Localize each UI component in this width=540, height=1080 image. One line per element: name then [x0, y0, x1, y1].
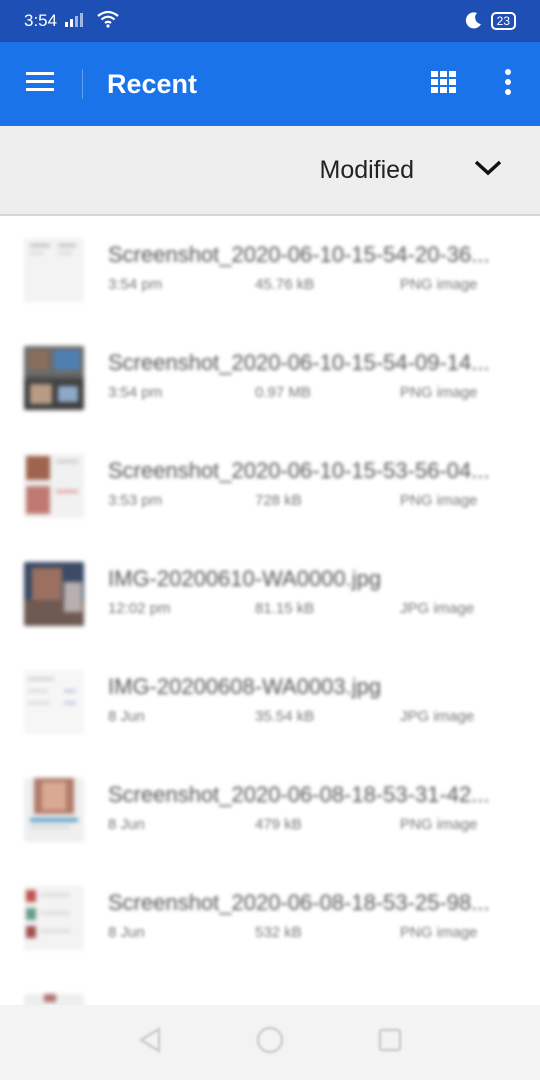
file-size: 81.15 kB: [255, 600, 315, 617]
file-time: 3:53 pm: [108, 492, 163, 509]
file-time: 8 Jun: [108, 708, 145, 725]
recents-square-icon: [377, 1027, 403, 1058]
battery-indicator: 23: [490, 12, 516, 30]
back-button[interactable]: [130, 1023, 170, 1063]
file-thumbnail: [24, 562, 84, 626]
recents-button[interactable]: [370, 1023, 410, 1063]
app-bar: Recent: [0, 42, 540, 126]
file-name: Screenshot_2020-06-10-15-54-20-36...: [108, 242, 490, 267]
sort-dropdown-button[interactable]: [458, 140, 518, 200]
signal-icon: [65, 11, 89, 32]
list-item[interactable]: IMG-20200608-WA0003.jpg 8 Jun 35.54 kB J…: [0, 648, 540, 756]
file-list: Screenshot_2020-06-10-15-54-20-36... 3:5…: [0, 216, 540, 1012]
file-type: PNG image: [400, 816, 478, 833]
moon-icon: [465, 11, 483, 32]
file-name: Screenshot_2020-06-08-18-53-25-98...: [108, 890, 490, 915]
list-item[interactable]: Screenshot_2020-06-08-18-53-31-42... 8 J…: [0, 756, 540, 864]
menu-button[interactable]: [0, 42, 82, 126]
grid-view-button[interactable]: [412, 42, 476, 126]
file-size: 45.76 kB: [255, 276, 315, 293]
home-circle-icon: [255, 1025, 285, 1060]
file-size: 728 kB: [255, 492, 302, 509]
sort-label[interactable]: Modified: [320, 156, 415, 185]
app-bar-divider: [82, 69, 83, 99]
system-nav-bar: [0, 1005, 540, 1080]
file-name: Screenshot_2020-06-08-18-53-31-42...: [108, 782, 490, 807]
list-item[interactable]: Screenshot_2020-06-08-18-53-25-98... 8 J…: [0, 864, 540, 972]
file-name: IMG-20200610-WA0000.jpg: [108, 566, 382, 591]
file-type: JPG image: [400, 708, 475, 725]
file-type: PNG image: [400, 492, 478, 509]
file-thumbnail: [24, 778, 84, 842]
file-time: 8 Jun: [108, 924, 145, 941]
file-size: 479 kB: [255, 816, 302, 833]
status-time: 3:54: [24, 11, 58, 30]
file-type: JPG image: [400, 600, 475, 617]
status-bar: 3:54 23: [0, 0, 540, 42]
back-triangle-icon: [137, 1026, 163, 1059]
file-time: 12:02 pm: [108, 600, 171, 617]
grid-view-icon: [431, 70, 457, 98]
file-size: 35.54 kB: [255, 708, 315, 725]
file-type: PNG image: [400, 276, 478, 293]
file-name: Screenshot_2020-06-10-15-53-56-04...: [108, 458, 490, 483]
page-title: Recent: [107, 68, 198, 99]
file-type: PNG image: [400, 924, 478, 941]
list-item[interactable]: Screenshot_2020-06-10-15-54-20-36... 3:5…: [0, 216, 540, 324]
file-thumbnail: [24, 670, 84, 734]
wifi-icon: [97, 10, 119, 33]
more-options-button[interactable]: [476, 42, 540, 126]
file-size: 0.97 MB: [255, 384, 311, 401]
file-size: 532 kB: [255, 924, 302, 941]
file-time: 8 Jun: [108, 816, 145, 833]
sort-bar: Modified: [0, 126, 540, 216]
file-thumbnail: [24, 346, 84, 410]
file-time: 3:54 pm: [108, 384, 163, 401]
file-type: PNG image: [400, 384, 478, 401]
list-item[interactable]: Screenshot_2020-06-10-15-54-09-14... 3:5…: [0, 324, 540, 432]
home-button[interactable]: [250, 1023, 290, 1063]
file-name: Screenshot_2020-06-10-15-54-09-14...: [108, 350, 490, 375]
file-thumbnail: [24, 886, 84, 950]
list-item[interactable]: IMG-20200610-WA0000.jpg 12:02 pm 81.15 k…: [0, 540, 540, 648]
chevron-down-icon: [474, 159, 502, 182]
file-time: 3:54 pm: [108, 276, 163, 293]
menu-icon: [26, 71, 56, 98]
list-item[interactable]: Screenshot_2020-06-10-15-53-56-04... 3:5…: [0, 432, 540, 540]
file-thumbnail: [24, 238, 84, 302]
more-vert-icon: [504, 68, 512, 100]
file-thumbnail: [24, 454, 84, 518]
file-name: IMG-20200608-WA0003.jpg: [108, 674, 382, 699]
